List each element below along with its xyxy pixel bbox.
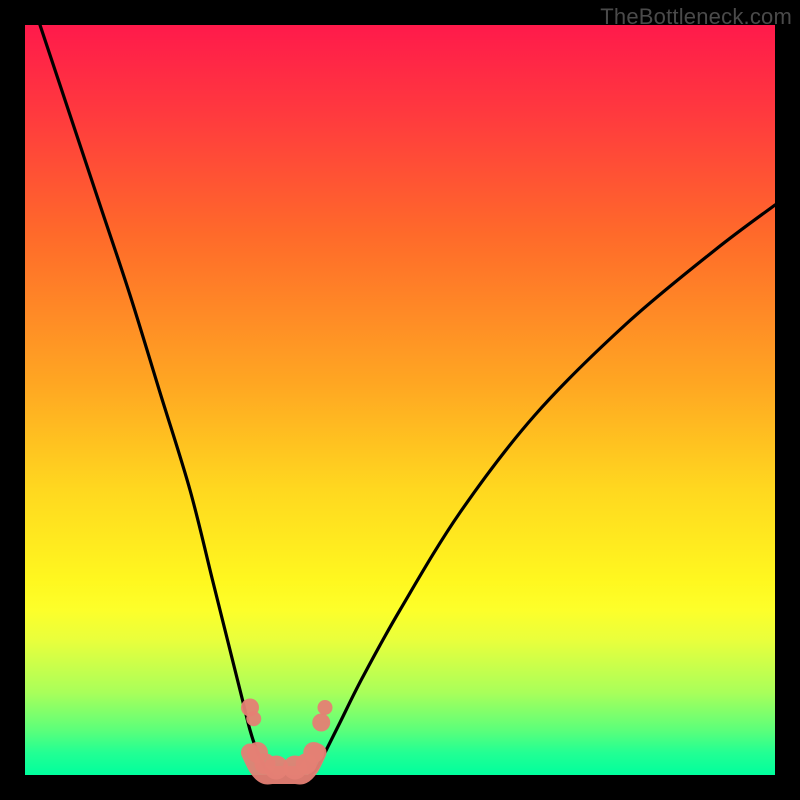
watermark-text: TheBottleneck.com [600, 4, 792, 30]
chart-frame: TheBottleneck.com [0, 0, 800, 800]
marker-dot [303, 742, 324, 763]
marker-dot [318, 700, 333, 715]
left-curve [40, 25, 273, 775]
marker-dot [312, 714, 330, 732]
right-curve [310, 205, 775, 775]
marker-dot [246, 711, 261, 726]
chart-plot-area [25, 25, 775, 775]
curve-layer [40, 25, 775, 775]
chart-svg [25, 25, 775, 775]
